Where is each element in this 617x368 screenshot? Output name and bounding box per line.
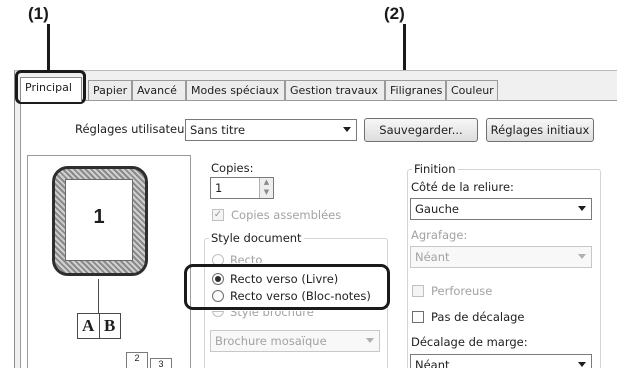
- document-style-title: Style document: [209, 231, 304, 245]
- binding-select[interactable]: Gauche: [410, 198, 592, 220]
- binding-label: Côté de la reliure:: [411, 180, 514, 194]
- radio-recto-label: Recto: [230, 253, 263, 263]
- stepper-up-icon[interactable]: ▲: [259, 178, 273, 188]
- tab-filigranes[interactable]: Filigranes: [385, 80, 446, 101]
- tab-couleur[interactable]: Couleur: [446, 80, 498, 101]
- margin-offset-value: Néant: [415, 358, 450, 368]
- collate-checkbox[interactable]: ✓: [212, 209, 224, 221]
- collate-label: Copies assemblées: [231, 208, 342, 222]
- staple-select[interactable]: Néant: [410, 246, 592, 268]
- margin-offset-select[interactable]: Néant: [410, 354, 592, 368]
- callout-1-line: [47, 24, 50, 70]
- tab-avance[interactable]: Avancé: [132, 80, 186, 101]
- chevron-down-icon: [578, 206, 586, 211]
- preview-connector: [98, 279, 99, 313]
- book-spine: [99, 314, 100, 338]
- book-left-letter: A: [82, 316, 95, 335]
- chevron-down-icon: [578, 362, 586, 367]
- duplex-options-highlight: [184, 264, 390, 310]
- user-settings-label: Réglages utilisateur:: [75, 122, 193, 136]
- booklet-value: Brochure mosaïque: [215, 334, 327, 348]
- printer-properties-dialog: Principal Papier Avancé Modes spéciaux G…: [14, 70, 617, 368]
- copies-value: 1: [215, 181, 223, 195]
- radio-style-brochure-label: Style brochure: [230, 311, 314, 319]
- chevron-down-icon: [343, 127, 351, 132]
- tab-principal[interactable]: Principal: [20, 77, 82, 102]
- initial-settings-button[interactable]: Réglages initiaux: [486, 118, 594, 142]
- user-settings-value: Sans titre: [190, 123, 246, 137]
- save-button[interactable]: Sauvegarder...: [364, 118, 478, 142]
- stacked-pages-icon: 2: [126, 352, 148, 368]
- stacked-pages-icon-2: 3: [150, 358, 172, 368]
- page-preview-frame: 1: [52, 166, 148, 276]
- tab-modes-speciaux[interactable]: Modes spéciaux: [186, 80, 285, 101]
- binding-value: Gauche: [415, 202, 459, 216]
- book-binding-icon: A B: [77, 313, 121, 339]
- chevron-down-icon: [578, 254, 586, 259]
- copies-stepper[interactable]: 1 ▲ ▼: [210, 177, 274, 199]
- tab-gestion-travaux[interactable]: Gestion travaux: [285, 80, 385, 101]
- callout-2: (2): [384, 4, 405, 23]
- chevron-down-icon: [366, 338, 374, 343]
- tab-papier[interactable]: Papier: [88, 80, 132, 101]
- finishing-title: Finition: [412, 162, 458, 176]
- user-settings-select[interactable]: Sans titre: [185, 119, 357, 141]
- punch-label: Perforeuse: [431, 284, 493, 298]
- copies-label: Copies:: [211, 161, 254, 175]
- preview-pane: 1 A B 2 3: [27, 155, 191, 368]
- staple-value: Néant: [415, 250, 450, 264]
- punch-checkbox[interactable]: [412, 285, 424, 297]
- no-offset-checkbox[interactable]: [412, 311, 424, 323]
- margin-offset-label: Décalage de marge:: [411, 335, 528, 349]
- principal-panel: Réglages utilisateur: Sans titre Sauvega…: [20, 100, 617, 368]
- preview-page-number: 1: [65, 179, 133, 261]
- stepper-down-icon[interactable]: ▼: [259, 188, 273, 198]
- callout-1: (1): [28, 4, 49, 23]
- book-right-letter: B: [104, 316, 116, 335]
- no-offset-label: Pas de décalage: [431, 310, 525, 324]
- staple-label: Agrafage:: [411, 228, 468, 242]
- booklet-select[interactable]: Brochure mosaïque: [210, 330, 380, 352]
